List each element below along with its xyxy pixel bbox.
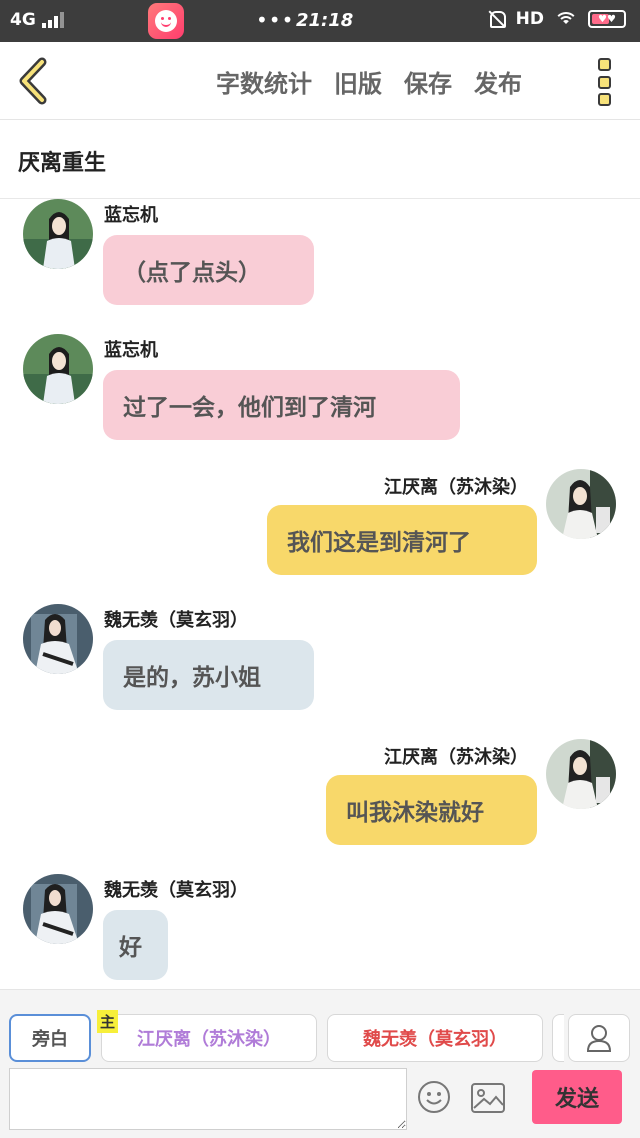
publish-button[interactable]: 发布 [474,64,522,99]
avatar-jiangyanli[interactable] [546,739,616,809]
old-version-button[interactable]: 旧版 [334,64,382,99]
message-bubble[interactable]: 过了一会，他们到了清河 [103,370,460,440]
message-bubble[interactable]: 叫我沐染就好 [326,775,537,845]
word-count-button[interactable]: 字数统计 [216,64,312,99]
save-button[interactable]: 保存 [404,64,452,99]
role-more-button[interactable] [552,1014,564,1062]
send-button[interactable]: 发送 [532,1070,622,1124]
status-bar: 4G ••• 21:18 HD ♥♥ [0,0,640,42]
message-bubble[interactable]: （点了点头） [103,235,314,305]
more-menu-button[interactable] [590,54,618,110]
message-bubble[interactable]: 好 [103,910,168,980]
signal-icon [41,12,64,28]
menu-dot-icon [597,93,611,106]
chat-area[interactable]: 蓝忘机 （点了点头） 蓝忘机 过了一会，他们到了清河 江厌离（苏沐染） 我们这是… [0,199,640,989]
image-button[interactable] [470,1082,506,1114]
message-bubble[interactable]: 我们这是到清河了 [267,505,537,575]
app-notification-icon [148,3,184,39]
chevron-left-icon [19,57,47,105]
sender-name: 魏无羡（莫玄羽） [104,610,248,631]
sender-name: 江厌离（苏沐染） [384,477,528,498]
image-icon [471,1083,505,1113]
sender-name: 蓝忘机 [104,340,158,361]
role-narration-button[interactable]: 旁白 [9,1014,91,1062]
avatar-weiwuxian[interactable] [23,874,93,944]
network-type: 4G [10,10,36,30]
heart-icon: ♥♥ [598,13,616,25]
emoji-button[interactable] [417,1080,451,1114]
role-jiangyanli-button[interactable]: 江厌离（苏沐染） [101,1014,317,1062]
story-title-bar[interactable]: 厌离重生 [0,121,640,199]
sender-name: 魏无羡（莫玄羽） [104,880,248,901]
editor-toolbar: 字数统计 旧版 保存 发布 [0,42,640,120]
menu-dot-icon [597,75,611,89]
menu-dot-icon [597,58,611,71]
role-weiwuxian-button[interactable]: 魏无羡（莫玄羽） [327,1014,543,1062]
character-manage-button[interactable] [568,1014,630,1062]
mute-bell-icon [486,9,506,29]
input-bar: 发送 [0,1064,640,1138]
status-time: 21:18 [296,10,354,31]
message-bubble[interactable]: 是的，苏小姐 [103,640,314,710]
sender-name: 江厌离（苏沐染） [384,747,528,768]
message-input[interactable] [9,1068,407,1130]
wifi-icon [554,10,578,28]
role-selector-bar: 旁白 江厌离（苏沐染） 主 魏无羡（莫玄羽） [0,989,640,1064]
hd-indicator: HD [515,9,544,29]
avatar-lanwangji[interactable] [23,334,93,404]
back-button[interactable] [14,56,54,106]
battery-icon: ♥♥ [588,10,626,28]
network-indicator: 4G [10,10,64,30]
avatar-lanwangji[interactable] [23,199,93,269]
smiley-icon [418,1081,450,1113]
avatar-jiangyanli[interactable] [546,469,616,539]
story-title: 厌离重生 [18,150,107,176]
sender-name: 蓝忘机 [104,205,158,226]
avatar-weiwuxian[interactable] [23,604,93,674]
main-role-badge: 主 [97,1010,119,1033]
more-notifications-icon: ••• [256,8,295,32]
person-icon [586,1025,612,1052]
